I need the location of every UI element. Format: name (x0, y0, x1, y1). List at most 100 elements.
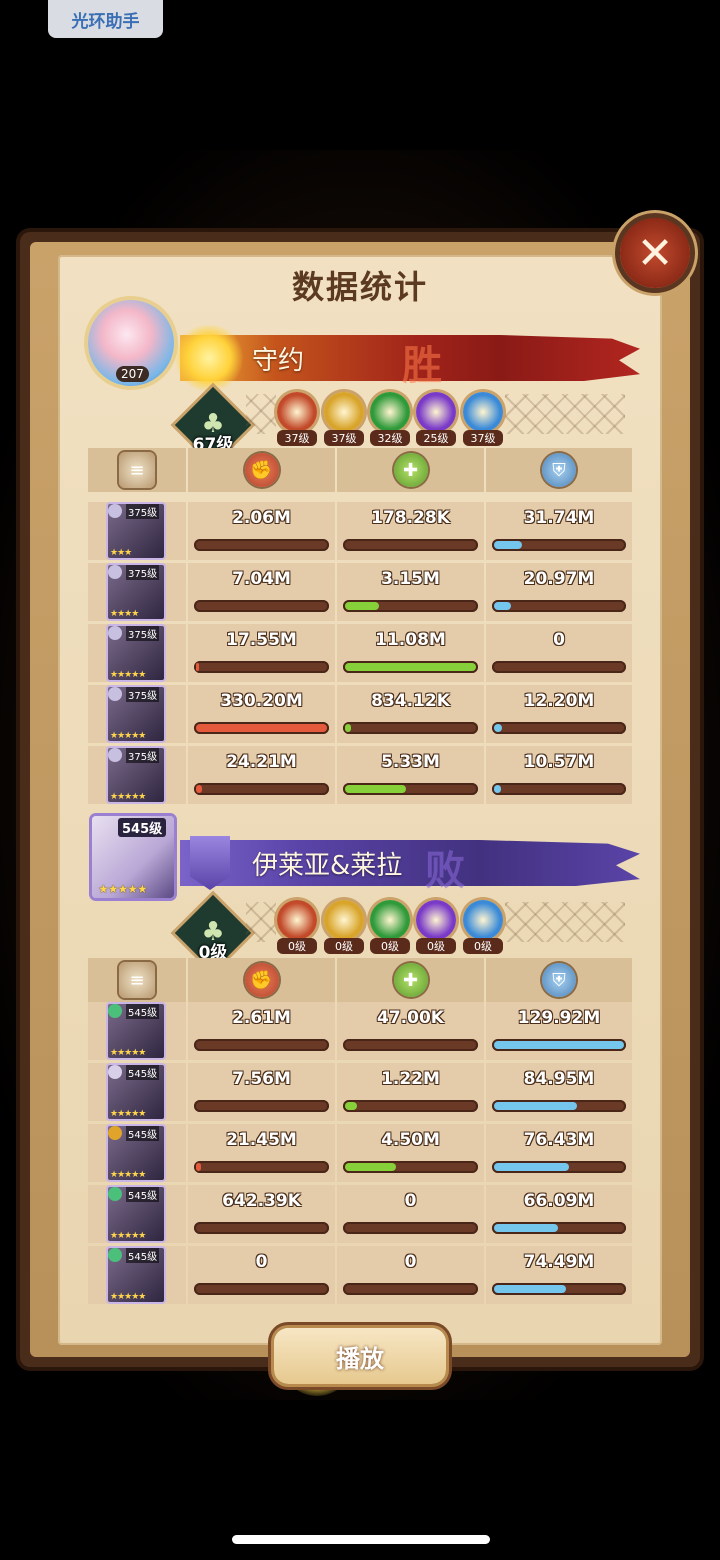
faction-icon (324, 900, 364, 940)
damage-value: 2.61M (232, 1008, 291, 1028)
defense-value: 74.49M (523, 1252, 595, 1272)
hero-portrait[interactable]: 545级 ★★★★★ (108, 1187, 164, 1241)
heal-bar (343, 600, 478, 612)
hero-portrait[interactable]: 545级 ★★★★★ (108, 1004, 164, 1058)
heal-bar-fill (345, 663, 476, 671)
player-level: 207 (116, 366, 149, 382)
heal-bar (343, 1283, 478, 1295)
app-badge[interactable]: 光环助手 (48, 0, 163, 38)
faction-icon (463, 900, 503, 940)
hero-portrait[interactable]: 375级 ★★★ (108, 504, 164, 558)
header-cell: ✊ (188, 958, 335, 1002)
home-indicator[interactable] (232, 1535, 490, 1544)
hero-portrait[interactable]: 545级 ★★★★★ (108, 1126, 164, 1180)
heal-cell: 4.50M (337, 1124, 484, 1182)
damage-icon: ✊ (244, 963, 279, 997)
player-level: 545级 (118, 818, 167, 837)
damage-value: 0 (255, 1252, 268, 1272)
heal-bar (343, 661, 478, 673)
damage-icon: ✊ (244, 453, 279, 487)
scroll-icon[interactable]: ≡ (119, 452, 155, 488)
defense-bar (492, 661, 626, 673)
player-avatar[interactable]: 545级 ★★★★★ (92, 816, 174, 898)
team-banner: 守约 胜 (174, 325, 500, 391)
decor-strip-right (505, 394, 625, 434)
faction-icon (277, 900, 317, 940)
hero-stars: ★★★★★ (110, 1109, 146, 1119)
player-avatar[interactable]: 207 (88, 300, 174, 386)
decor-strip-left (246, 394, 276, 434)
hero-class-gem-icon (108, 1126, 122, 1140)
hero-level: 375级 (126, 626, 160, 641)
hero-cell: 545级 ★★★★★ (88, 1063, 186, 1121)
hero-level: 375级 (126, 687, 160, 702)
heal-cell: 5.33M (337, 746, 484, 804)
damage-bar (194, 1161, 329, 1173)
hero-stats-row: 545级 ★★★★★ 0 0 74.49M (88, 1246, 632, 1304)
damage-bar-fill (196, 785, 202, 793)
header-cell: ≡ (88, 448, 186, 492)
defense-value: 76.43M (523, 1130, 595, 1150)
hero-cell: 375级 ★★★★★ (88, 685, 186, 743)
faction-icon (324, 392, 364, 432)
heal-value: 0 (404, 1191, 417, 1211)
heal-value: 4.50M (381, 1130, 440, 1150)
faction-icon (463, 392, 503, 432)
faction-level: 32级 (370, 430, 410, 446)
hero-portrait[interactable]: 375级 ★★★★★ (108, 687, 164, 741)
heal-bar-fill (345, 1102, 358, 1110)
damage-cell: 2.06M (188, 502, 335, 560)
heal-icon: ✚ (393, 453, 428, 487)
play-button[interactable]: 播放 (274, 1328, 446, 1384)
hero-stats-row: 545级 ★★★★★ 21.45M 4.50M 76.43M (88, 1124, 632, 1182)
damage-value: 7.04M (232, 569, 291, 589)
hero-level: 545级 (126, 1065, 160, 1080)
heal-value: 5.33M (381, 752, 440, 772)
damage-value: 7.56M (232, 1069, 291, 1089)
damage-bar (194, 783, 329, 795)
hero-portrait[interactable]: 545级 ★★★★★ (108, 1065, 164, 1119)
hero-stars: ★★★★★ (110, 1292, 146, 1302)
defense-cell: 74.49M (486, 1246, 632, 1304)
defense-cell: 129.92M (486, 1002, 632, 1060)
hero-cell: 375级 ★★★ (88, 502, 186, 560)
faction-level: 25级 (416, 430, 456, 446)
header-cell: ⛨ (486, 958, 632, 1002)
scroll-icon[interactable]: ≡ (119, 962, 155, 998)
victory-label: 胜 (402, 343, 442, 389)
hero-cell: 545级 ★★★★★ (88, 1185, 186, 1243)
hero-stats-row: 375级 ★★★★ 7.04M 3.15M 20.97M (88, 563, 632, 621)
close-button[interactable]: ✕ (620, 218, 690, 288)
heal-cell: 47.00K (337, 1002, 484, 1060)
defense-value: 20.97M (523, 569, 595, 589)
hero-class-gem-icon (108, 1065, 122, 1079)
hero-portrait[interactable]: 375级 ★★★★ (108, 565, 164, 619)
defense-bar (492, 600, 626, 612)
damage-cell: 330.20M (188, 685, 335, 743)
damage-value: 2.06M (232, 508, 291, 528)
damage-value: 21.45M (226, 1130, 297, 1150)
defense-bar (492, 1283, 626, 1295)
hero-portrait[interactable]: 375级 ★★★★★ (108, 748, 164, 802)
heal-value: 0 (404, 1252, 417, 1272)
heal-value: 834.12K (371, 691, 450, 711)
hero-portrait[interactable]: 375级 ★★★★★ (108, 626, 164, 680)
hero-class-gem-icon (108, 1004, 122, 1018)
hero-stats-row: 375级 ★★★★★ 24.21M 5.33M 10.57M (88, 746, 632, 804)
heal-cell: 11.08M (337, 624, 484, 682)
shield-icon: ⛨ (542, 453, 576, 487)
hero-cell: 545级 ★★★★★ (88, 1246, 186, 1304)
faction-level: 0级 (416, 938, 456, 954)
hero-cell: 545级 ★★★★★ (88, 1002, 186, 1060)
hero-level: 545级 (126, 1126, 160, 1141)
defense-bar (492, 783, 626, 795)
faction-icon (370, 900, 410, 940)
faction-icon (277, 392, 317, 432)
hero-level: 545级 (126, 1248, 160, 1263)
close-icon: ✕ (636, 227, 674, 279)
player-stars: ★★★★★ (98, 882, 148, 896)
hero-portrait[interactable]: 545级 ★★★★★ (108, 1248, 164, 1302)
hero-stars: ★★★ (110, 548, 132, 558)
hero-cell: 375级 ★★★★★ (88, 624, 186, 682)
faction-level: 0级 (324, 938, 364, 954)
